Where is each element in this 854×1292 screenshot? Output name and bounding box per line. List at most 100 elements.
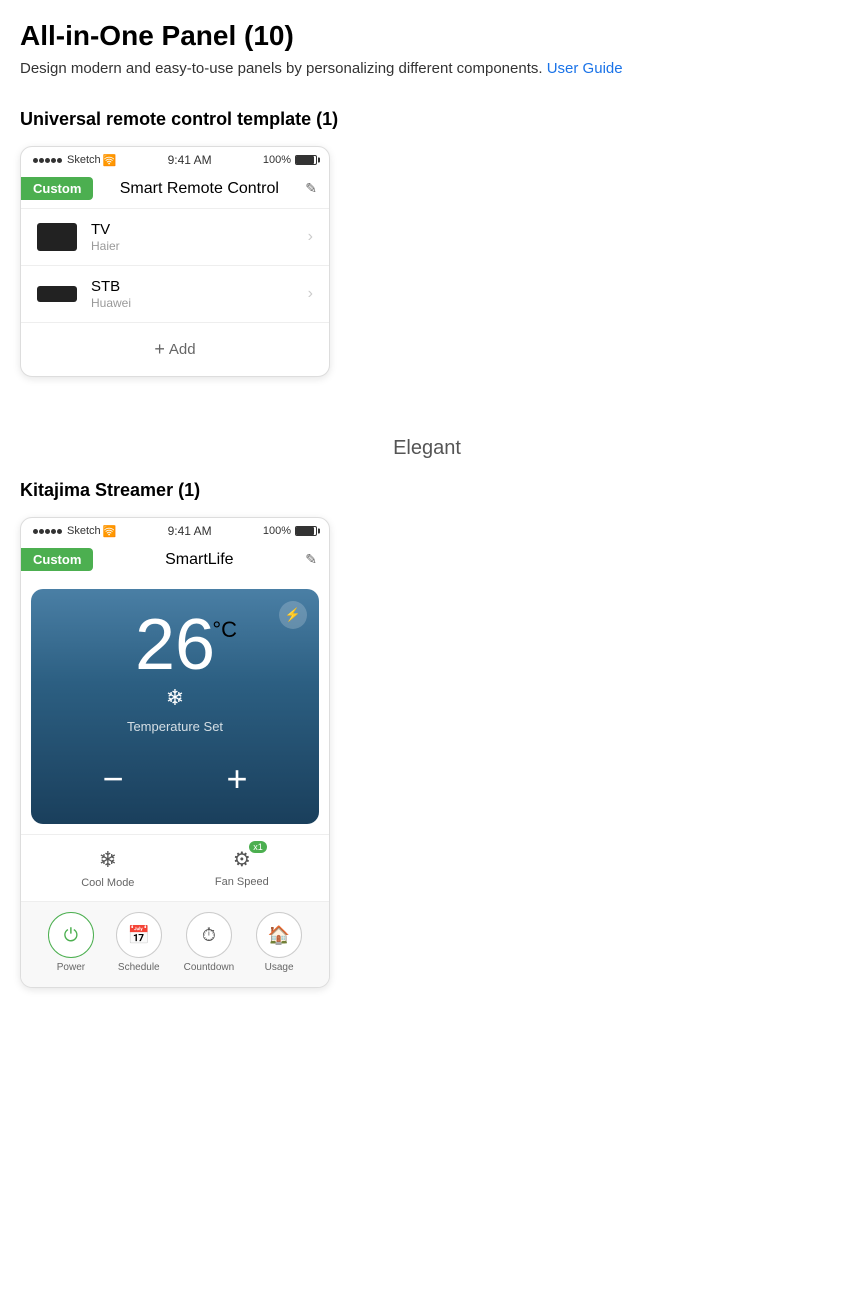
- signal-dot: [45, 158, 50, 163]
- add-plus-icon: +: [154, 339, 165, 360]
- time-1: 9:41 AM: [168, 153, 212, 167]
- signal-dot: [33, 529, 38, 534]
- device-item-tv[interactable]: TV Haier ›: [21, 209, 329, 266]
- power-button-circle: ⏻: [48, 912, 94, 958]
- device-list-1: TV Haier › STB Huawei ›: [21, 208, 329, 323]
- signal-dot: [57, 529, 62, 534]
- ac-temperature: 26: [135, 605, 215, 685]
- user-guide-link[interactable]: User Guide: [547, 60, 623, 77]
- ac-unit: °C: [212, 617, 237, 643]
- status-left-2: Sketch 🛜: [33, 525, 116, 538]
- device-item-stb[interactable]: STB Huawei ›: [21, 266, 329, 323]
- device-name-stb: STB: [91, 278, 308, 295]
- ac-snowflake-icon: ❄: [166, 685, 184, 711]
- battery-bar-1: [295, 155, 317, 165]
- wifi-icon-1: 🛜: [103, 154, 117, 167]
- ac-plus-button[interactable]: +: [212, 754, 262, 804]
- chevron-icon-stb: ›: [308, 285, 313, 303]
- battery-percent-2: 100%: [263, 525, 291, 537]
- device-brand-tv: Haier: [91, 239, 308, 253]
- schedule-button-circle: 📅: [116, 912, 162, 958]
- description-text: Design modern and easy-to-use panels by …: [20, 60, 543, 77]
- chevron-icon-tv: ›: [308, 228, 313, 246]
- phone-header-1: Custom Smart Remote Control ✎: [21, 173, 329, 208]
- battery-percent-1: 100%: [263, 154, 291, 166]
- phone-mockup-2: Sketch 🛜 9:41 AM 100% Custom SmartLife ✎…: [20, 517, 330, 988]
- page-description: Design modern and easy-to-use panels by …: [20, 60, 834, 77]
- battery-bar-2: [295, 526, 317, 536]
- schedule-label: Schedule: [118, 962, 160, 973]
- signal-dots-1: [33, 158, 62, 163]
- fan-speed-label: Fan Speed: [215, 876, 269, 888]
- section1-title: Universal remote control template (1): [20, 109, 834, 130]
- signal-dot: [51, 158, 56, 163]
- countdown-label: Countdown: [184, 962, 235, 973]
- custom-badge-1: Custom: [21, 177, 93, 200]
- add-device-button[interactable]: + Add: [21, 323, 329, 376]
- device-info-stb: STB Huawei: [91, 278, 308, 310]
- countdown-icon: ⏱: [202, 925, 216, 946]
- schedule-icon: 📅: [128, 925, 150, 946]
- temperature-container: 26 °C: [135, 609, 215, 681]
- status-bar-2: Sketch 🛜 9:41 AM 100%: [21, 518, 329, 544]
- cool-mode-label: Cool Mode: [81, 877, 134, 889]
- section2-title: Kitajima Streamer (1): [20, 480, 834, 501]
- ac-bottom-power[interactable]: ⏻ Power: [48, 912, 94, 973]
- status-left-1: Sketch 🛜: [33, 154, 116, 167]
- page-title: All-in-One Panel (10): [20, 20, 834, 52]
- ac-bottom-usage[interactable]: 🏠 Usage: [256, 912, 302, 973]
- signal-dot: [57, 158, 62, 163]
- time-2: 9:41 AM: [168, 524, 212, 538]
- bolt-icon: ⚡: [285, 607, 301, 623]
- fan-badge: x1: [249, 841, 267, 853]
- power-icon: ⏻: [64, 925, 78, 946]
- power-label: Power: [57, 962, 85, 973]
- usage-icon: 🏠: [268, 925, 290, 946]
- network-label-1: Sketch: [67, 154, 101, 166]
- custom-badge-2: Custom: [21, 548, 93, 571]
- style-divider: Elegant: [20, 437, 834, 460]
- device-brand-stb: Huawei: [91, 296, 308, 310]
- fan-speed-icon: ⚙: [233, 849, 251, 871]
- ac-power-icon: ⚡: [279, 601, 307, 629]
- phone-header-title-2: SmartLife: [93, 551, 305, 569]
- tv-icon: [37, 223, 77, 251]
- ac-display: ⚡ 26 °C ❄ Temperature Set − +: [31, 589, 319, 824]
- status-right-2: 100%: [263, 525, 317, 537]
- ac-mode-fan[interactable]: ⚙ x1 Fan Speed: [215, 847, 269, 889]
- edit-icon-2[interactable]: ✎: [305, 551, 317, 568]
- phone-header-title-1: Smart Remote Control: [93, 180, 305, 198]
- signal-dots-2: [33, 529, 62, 534]
- signal-dot: [45, 529, 50, 534]
- signal-dot: [51, 529, 56, 534]
- wifi-icon-2: 🛜: [103, 525, 117, 538]
- battery-fill-2: [296, 527, 314, 535]
- signal-dot: [33, 158, 38, 163]
- ac-mode-bar: ❄ Cool Mode ⚙ x1 Fan Speed: [21, 834, 329, 901]
- signal-dot: [39, 529, 44, 534]
- phone-mockup-1: Sketch 🛜 9:41 AM 100% Custom Smart Remot…: [20, 146, 330, 377]
- countdown-button-circle: ⏱: [186, 912, 232, 958]
- ac-temp-label: Temperature Set: [127, 719, 223, 734]
- phone-header-2: Custom SmartLife ✎: [21, 544, 329, 579]
- stb-icon: [37, 286, 77, 302]
- ac-bottom-schedule[interactable]: 📅 Schedule: [116, 912, 162, 973]
- section2: Kitajima Streamer (1) Sketch 🛜 9:41 AM 1…: [20, 480, 834, 988]
- status-right-1: 100%: [263, 154, 317, 166]
- ac-mode-cool[interactable]: ❄ Cool Mode: [81, 847, 134, 889]
- device-name-tv: TV: [91, 221, 308, 238]
- signal-dot: [39, 158, 44, 163]
- device-info-tv: TV Haier: [91, 221, 308, 253]
- usage-label: Usage: [265, 962, 294, 973]
- ac-bottom-bar: ⏻ Power 📅 Schedule ⏱ Countdown: [21, 901, 329, 987]
- network-label-2: Sketch: [67, 525, 101, 537]
- edit-icon-1[interactable]: ✎: [305, 180, 317, 197]
- ac-controls: − +: [51, 754, 299, 804]
- cool-mode-icon: ❄: [99, 847, 117, 873]
- status-bar-1: Sketch 🛜 9:41 AM 100%: [21, 147, 329, 173]
- style-label-elegant: Elegant: [393, 437, 461, 459]
- ac-bottom-countdown[interactable]: ⏱ Countdown: [184, 912, 235, 973]
- add-label: Add: [169, 341, 196, 358]
- ac-minus-button[interactable]: −: [88, 754, 138, 804]
- usage-button-circle: 🏠: [256, 912, 302, 958]
